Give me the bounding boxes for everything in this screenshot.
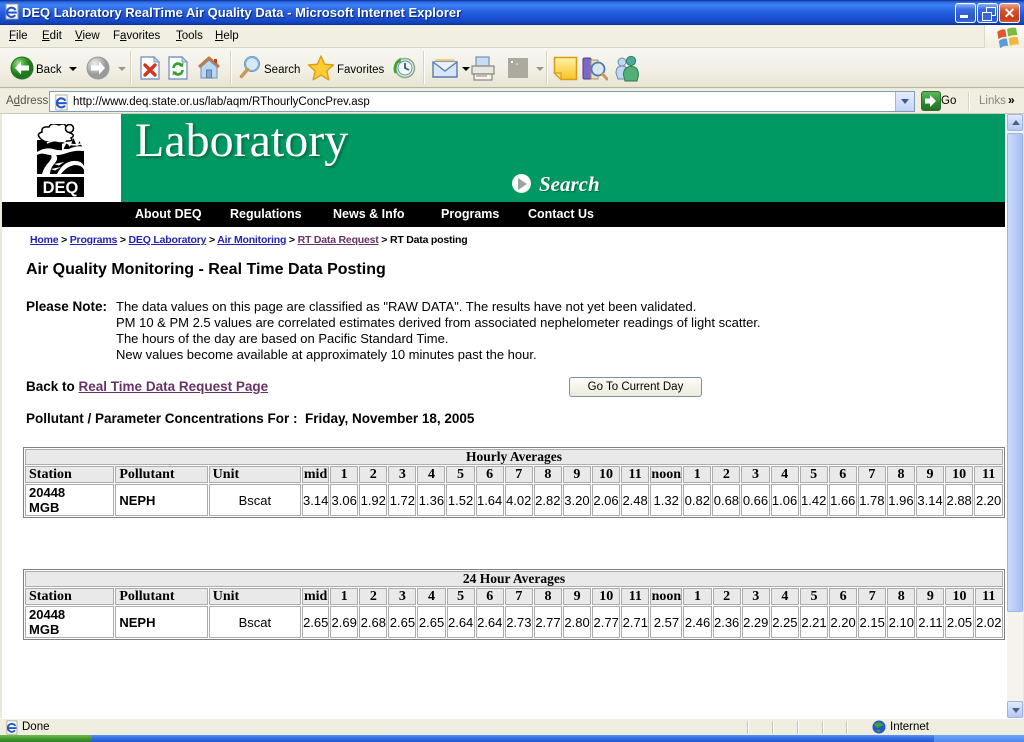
svg-text:DEQ: DEQ <box>43 179 79 197</box>
